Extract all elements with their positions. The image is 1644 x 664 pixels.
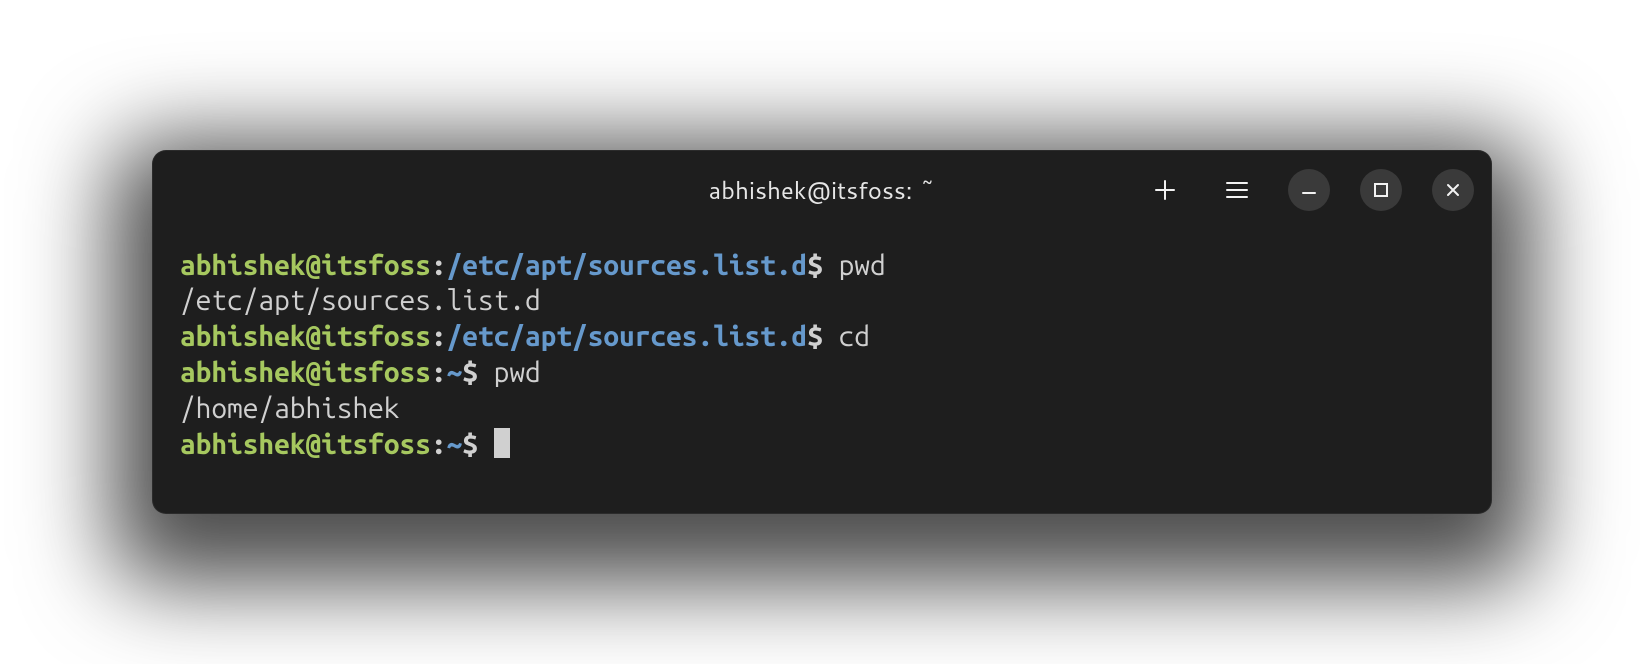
terminal-body[interactable]: abhishek@itsfoss:/etc/apt/sources.list.d…: [152, 230, 1492, 515]
prompt-dollar: $: [462, 357, 493, 388]
prompt-user: abhishek@itsfoss: [180, 321, 431, 352]
output-line: /home/abhishek: [180, 393, 400, 424]
prompt-dollar: $: [462, 429, 493, 460]
new-tab-button[interactable]: [1144, 169, 1186, 211]
prompt-user: abhishek@itsfoss: [180, 250, 431, 281]
menu-button[interactable]: [1216, 169, 1258, 211]
plus-icon: [1154, 179, 1176, 201]
prompt-path: /etc/apt/sources.list.d: [447, 321, 808, 352]
prompt-user: abhishek@itsfoss: [180, 357, 431, 388]
minimize-icon: [1300, 181, 1318, 199]
maximize-icon: [1373, 182, 1389, 198]
command-text: cd: [839, 321, 870, 352]
terminal-window: abhishek@itsfoss: ~ abhishek@itsfoss:/et…: [152, 150, 1492, 515]
prompt-path: ~: [447, 357, 463, 388]
prompt-colon: :: [431, 429, 447, 460]
cursor: [494, 428, 510, 458]
output-line: /etc/apt/sources.list.d: [180, 285, 541, 316]
close-icon: [1445, 182, 1461, 198]
prompt-dollar: $: [807, 321, 838, 352]
prompt-colon: :: [431, 250, 447, 281]
command-text: pwd: [839, 250, 886, 281]
minimize-button[interactable]: [1288, 169, 1330, 211]
prompt-user: abhishek@itsfoss: [180, 429, 431, 460]
hamburger-icon: [1226, 181, 1248, 199]
titlebar: abhishek@itsfoss: ~: [152, 150, 1492, 230]
prompt-path: ~: [447, 429, 463, 460]
prompt-dollar: $: [807, 250, 838, 281]
window-controls: [1144, 169, 1474, 211]
command-text: pwd: [494, 357, 541, 388]
prompt-colon: :: [431, 357, 447, 388]
maximize-button[interactable]: [1360, 169, 1402, 211]
prompt-colon: :: [431, 321, 447, 352]
close-button[interactable]: [1432, 169, 1474, 211]
prompt-path: /etc/apt/sources.list.d: [447, 250, 808, 281]
